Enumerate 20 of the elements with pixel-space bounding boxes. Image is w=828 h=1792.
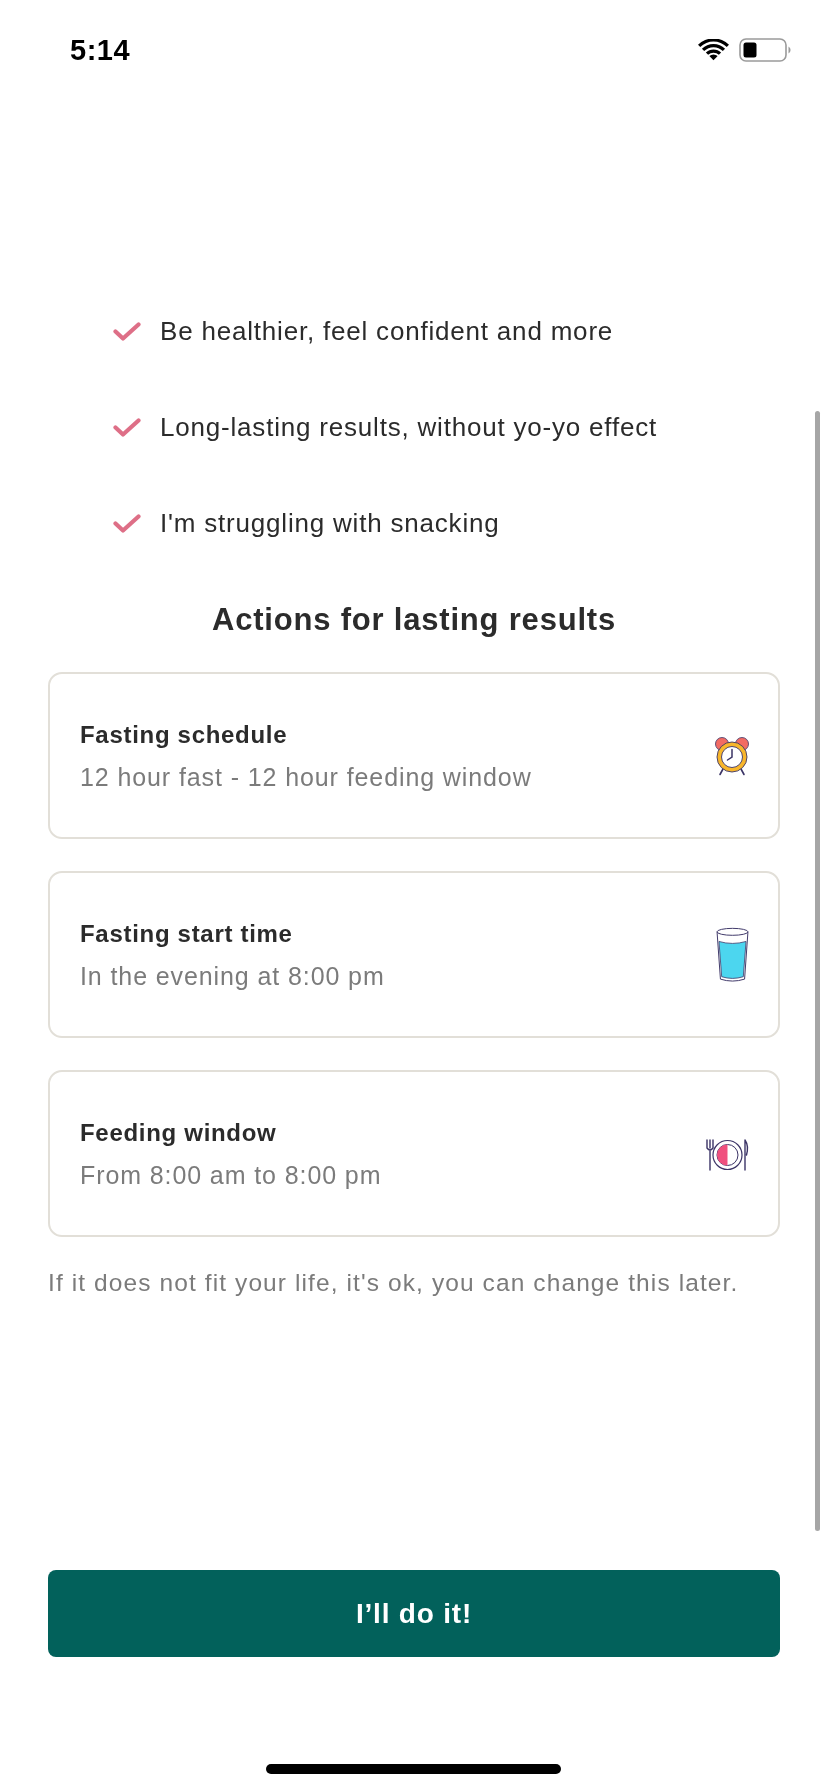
benefit-text: Long-lasting results, without yo-yo effect [160, 411, 658, 443]
section-heading: Actions for lasting results [211, 601, 617, 639]
alarm-clock-icon [714, 735, 750, 776]
card-title: Fasting schedule [80, 719, 289, 750]
card-subtitle: In the evening at 8:00 pm [80, 960, 385, 991]
benefit-text: Be healthier, feel confident and more [160, 315, 614, 347]
battery-icon [739, 38, 791, 62]
card-title: Fasting start time [80, 918, 294, 949]
confirm-button[interactable]: I’ll do it! [48, 1570, 780, 1657]
benefit-text: I'm struggling with snacking [160, 507, 500, 539]
status-time: 5:14 [70, 33, 131, 67]
card-subtitle: 12 hour fast - 12 hour feeding window [80, 761, 532, 792]
card-title: Feeding window [80, 1117, 278, 1148]
check-icon [113, 321, 141, 341]
wifi-icon [698, 39, 729, 61]
check-icon [113, 417, 141, 437]
check-icon [113, 513, 141, 533]
water-glass-icon [715, 926, 750, 983]
card-subtitle: From 8:00 am to 8:00 pm [80, 1159, 382, 1190]
note-text: If it does not fit your life, it's ok, you can change this later. [48, 1268, 740, 1298]
